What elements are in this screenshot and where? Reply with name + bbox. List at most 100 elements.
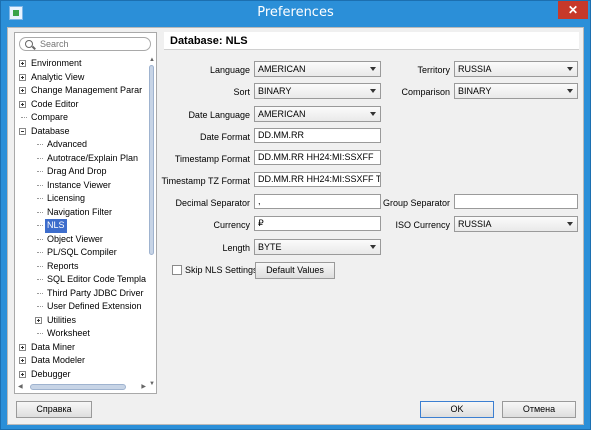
- tree-item[interactable]: Object Viewer: [15, 233, 149, 247]
- iso-currency-select[interactable]: RUSSIA: [454, 216, 578, 232]
- currency-field[interactable]: ₽: [254, 216, 381, 231]
- tree-item[interactable]: User Defined Extension: [15, 300, 149, 314]
- scroll-left-icon[interactable]: ◀: [18, 384, 23, 390]
- sort-select[interactable]: BINARY: [254, 83, 381, 99]
- tree-item[interactable]: NLS: [15, 219, 149, 233]
- language-select[interactable]: AMERICAN: [254, 61, 381, 77]
- tree-item-label: Utilities: [47, 314, 77, 325]
- expand-icon[interactable]: [19, 60, 26, 67]
- tree-item[interactable]: Debugger: [15, 368, 149, 382]
- tree-item-label: PL/SQL Compiler: [47, 247, 117, 257]
- collapse-icon[interactable]: [19, 127, 26, 135]
- tree-connector: [37, 279, 43, 280]
- scroll-up-icon[interactable]: ▲: [149, 57, 155, 63]
- timestamp-format-field[interactable]: DD.MM.RR HH24:MI:SSXFF: [254, 150, 381, 165]
- tree-item[interactable]: Instance Viewer: [15, 179, 149, 193]
- expand-icon[interactable]: [19, 370, 26, 378]
- expand-icon[interactable]: [19, 100, 26, 108]
- territory-select[interactable]: RUSSIA: [454, 61, 578, 77]
- tree-item[interactable]: PL/SQL Compiler: [15, 246, 149, 260]
- tree-item[interactable]: Change Management Parar: [15, 84, 149, 98]
- dialog-body: Environment Analytic View Change Managemen…: [7, 27, 584, 425]
- tree-item[interactable]: Utilities: [15, 314, 149, 328]
- tree-vertical-scrollbar[interactable]: ▲ ▼: [148, 57, 155, 387]
- timestamp-tz-format-label: Timestamp TZ Format: [161, 176, 250, 186]
- tree-item-label: Code Editor: [31, 98, 79, 109]
- tree-item[interactable]: Reports: [15, 260, 149, 274]
- tree-item[interactable]: Compare: [15, 111, 149, 125]
- tree-connector: [37, 265, 43, 267]
- tree-item-label: Worksheet: [47, 328, 90, 338]
- tree-item[interactable]: Drag And Drop: [15, 165, 149, 179]
- date-format-label: Date Format: [199, 132, 250, 142]
- default-values-button[interactable]: Default Values: [255, 262, 335, 279]
- tree-item-label: Navigation Filter: [47, 206, 113, 217]
- title-bar: Preferences ✕: [1, 1, 590, 25]
- expand-icon[interactable]: [19, 343, 26, 351]
- tree-item[interactable]: Licensing: [15, 192, 149, 206]
- tree-item-label: Instance Viewer: [47, 179, 111, 190]
- tree-item[interactable]: Environment: [15, 57, 149, 71]
- decimal-separator-field[interactable]: ,: [254, 194, 381, 209]
- expand-icon[interactable]: [35, 316, 42, 324]
- territory-label: Territory: [417, 65, 450, 75]
- tree-item-label: Change Management Parar: [31, 85, 143, 95]
- scroll-right-icon[interactable]: ▶: [141, 384, 146, 390]
- tree-item[interactable]: Advanced: [15, 138, 149, 152]
- search-input[interactable]: [38, 38, 146, 50]
- vertical-scroll-thumb[interactable]: [149, 65, 154, 255]
- tree-connector: [37, 225, 43, 226]
- preferences-tree-panel: Environment Analytic View Change Managemen…: [14, 32, 157, 394]
- expand-icon[interactable]: [19, 357, 26, 364]
- comparison-label: Comparison: [401, 87, 450, 97]
- horizontal-scroll-thumb[interactable]: [30, 384, 126, 390]
- length-value: BYTE: [258, 242, 282, 252]
- tree-connector: [37, 157, 43, 159]
- tree-item-label: Licensing: [47, 193, 86, 203]
- date-format-field[interactable]: DD.MM.RR: [254, 128, 381, 143]
- length-select[interactable]: BYTE: [254, 239, 381, 255]
- tree-item-label: Reports: [47, 260, 79, 271]
- ok-button[interactable]: OK: [420, 401, 494, 418]
- tree-item-label: Data Miner: [31, 341, 76, 352]
- tree-item[interactable]: SQL Editor Code Templa: [15, 273, 149, 287]
- iso-currency-label: ISO Currency: [395, 220, 450, 230]
- tree-item-label: Third Party JDBC Driver: [47, 287, 144, 298]
- sort-label: Sort: [233, 87, 250, 97]
- tree-item[interactable]: Code Editor: [15, 98, 149, 112]
- tree-item[interactable]: Autotrace/Explain Plan: [15, 152, 149, 166]
- decimal-separator-label: Decimal Separator: [175, 198, 250, 208]
- chevron-down-icon: [567, 89, 573, 93]
- comparison-select[interactable]: BINARY: [454, 83, 578, 99]
- date-language-select[interactable]: AMERICAN: [254, 106, 381, 122]
- sort-value: BINARY: [258, 86, 292, 96]
- tree-connector: [37, 306, 43, 307]
- help-button[interactable]: Справка: [16, 401, 92, 418]
- expand-icon[interactable]: [19, 87, 26, 94]
- search-box[interactable]: [19, 37, 151, 51]
- date-language-label: Date Language: [188, 110, 250, 120]
- tree-item[interactable]: Data Miner: [15, 341, 149, 355]
- expand-icon[interactable]: [19, 73, 26, 81]
- group-separator-field[interactable]: [454, 194, 578, 209]
- tree-item-label: Database: [31, 125, 70, 136]
- tree-item-label: Compare: [31, 112, 69, 122]
- close-button[interactable]: ✕: [558, 1, 588, 19]
- language-value: AMERICAN: [258, 64, 306, 74]
- tree-item[interactable]: Analytic View: [15, 71, 149, 85]
- chevron-down-icon: [567, 67, 573, 71]
- tree-item[interactable]: Data Modeler: [15, 354, 149, 368]
- tree-item[interactable]: Database: [15, 125, 149, 139]
- tree-item[interactable]: Third Party JDBC Driver: [15, 287, 149, 301]
- skip-nls-checkbox[interactable]: [172, 265, 182, 275]
- tree-item[interactable]: Worksheet: [15, 327, 149, 341]
- timestamp-tz-format-field[interactable]: DD.MM.RR HH24:MI:SSXFF TZR: [254, 172, 381, 187]
- length-label: Length: [222, 243, 250, 253]
- cancel-button[interactable]: Отмена: [502, 401, 576, 418]
- tree-item[interactable]: Navigation Filter: [15, 206, 149, 220]
- tree-connector: [21, 117, 27, 118]
- timestamp-format-label: Timestamp Format: [174, 154, 250, 164]
- scroll-down-icon[interactable]: ▼: [149, 381, 155, 387]
- currency-label: Currency: [213, 220, 250, 230]
- tree-horizontal-scrollbar[interactable]: ◀ ▶: [16, 383, 148, 391]
